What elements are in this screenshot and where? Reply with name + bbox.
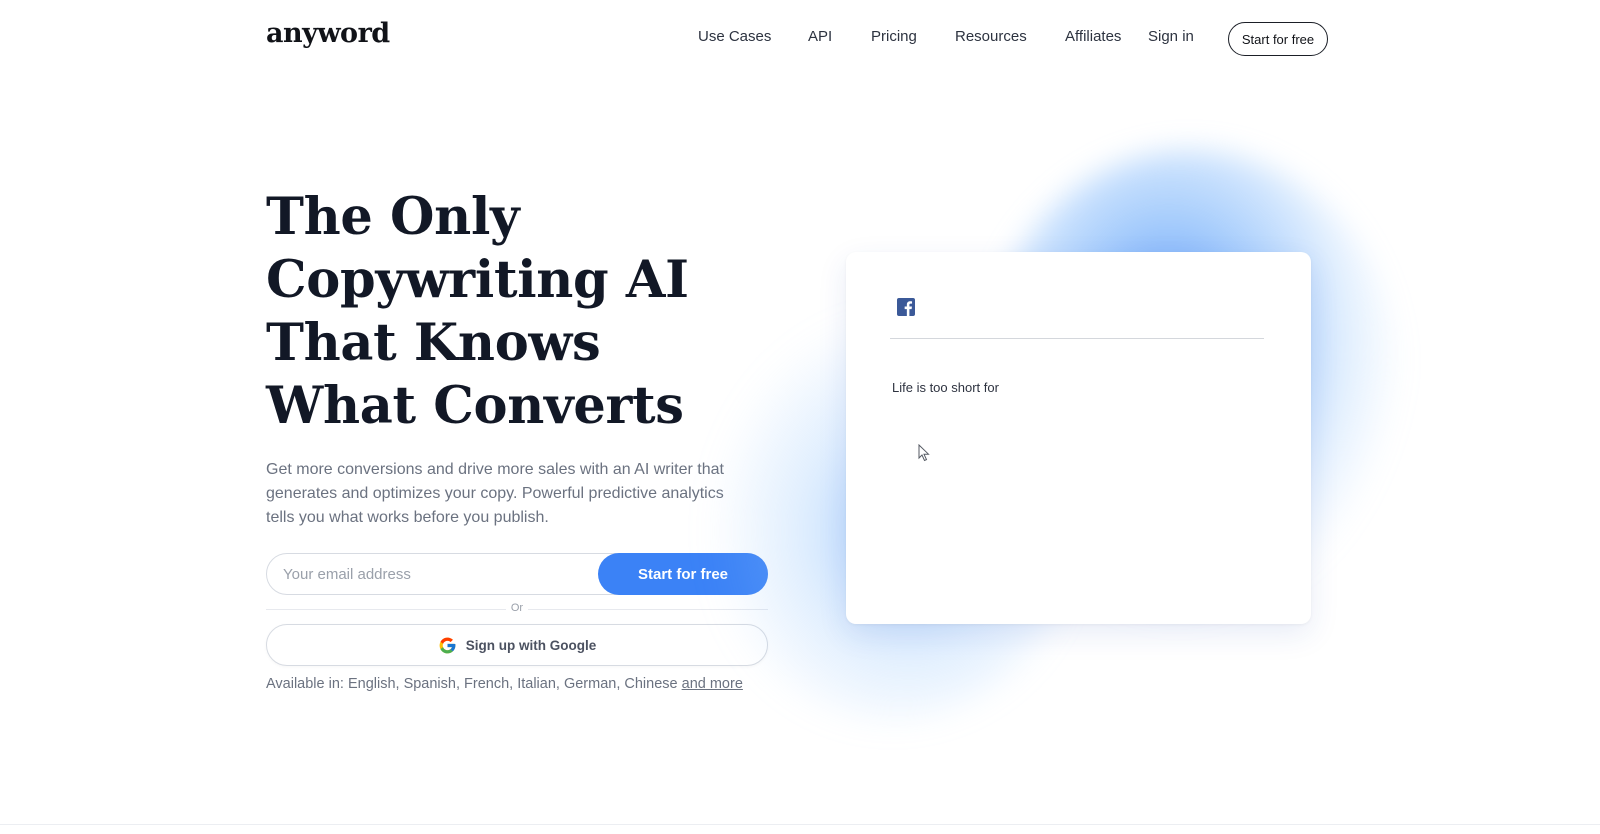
languages-text: Available in: English, Spanish, French, … xyxy=(266,676,678,692)
demo-card: Life is too short for xyxy=(846,252,1311,624)
email-input[interactable] xyxy=(267,554,597,594)
nav-api[interactable]: API xyxy=(808,28,832,45)
mouse-cursor-icon xyxy=(918,443,930,462)
section-divider xyxy=(0,824,1600,825)
nav-affiliates[interactable]: Affiliates xyxy=(1065,28,1121,45)
google-icon xyxy=(438,636,457,655)
main-nav: Use Cases API Pricing Resources Affiliat… xyxy=(0,28,1600,48)
card-divider xyxy=(890,338,1264,339)
generated-copy-text: Life is too short for xyxy=(892,380,999,395)
nav-pricing[interactable]: Pricing xyxy=(871,28,917,45)
facebook-icon xyxy=(897,298,915,316)
hero-subtitle: Get more conversions and drive more sale… xyxy=(266,461,724,526)
nav-resources[interactable]: Resources xyxy=(955,28,1027,45)
google-signup-button[interactable]: Sign up with Google xyxy=(266,624,768,666)
available-languages: Available in: English, Spanish, French, … xyxy=(266,676,743,692)
start-free-button[interactable]: Start for free xyxy=(598,553,768,595)
page-title: The Only Copywriting AI That Knows What … xyxy=(266,187,689,436)
or-label: Or xyxy=(510,602,524,614)
page: anyword Use Cases API Pricing Resources … xyxy=(0,0,1600,834)
start-free-header-button[interactable]: Start for free xyxy=(1228,22,1328,56)
signup-form: Start for free xyxy=(266,553,768,595)
more-languages-link[interactable]: and more xyxy=(682,676,743,692)
or-divider: Or xyxy=(266,602,768,616)
site-header: anyword Use Cases API Pricing Resources … xyxy=(0,0,1600,76)
nav-sign-in[interactable]: Sign in xyxy=(1148,28,1194,45)
google-signup-label: Sign up with Google xyxy=(465,637,597,653)
nav-use-cases[interactable]: Use Cases xyxy=(698,28,771,45)
